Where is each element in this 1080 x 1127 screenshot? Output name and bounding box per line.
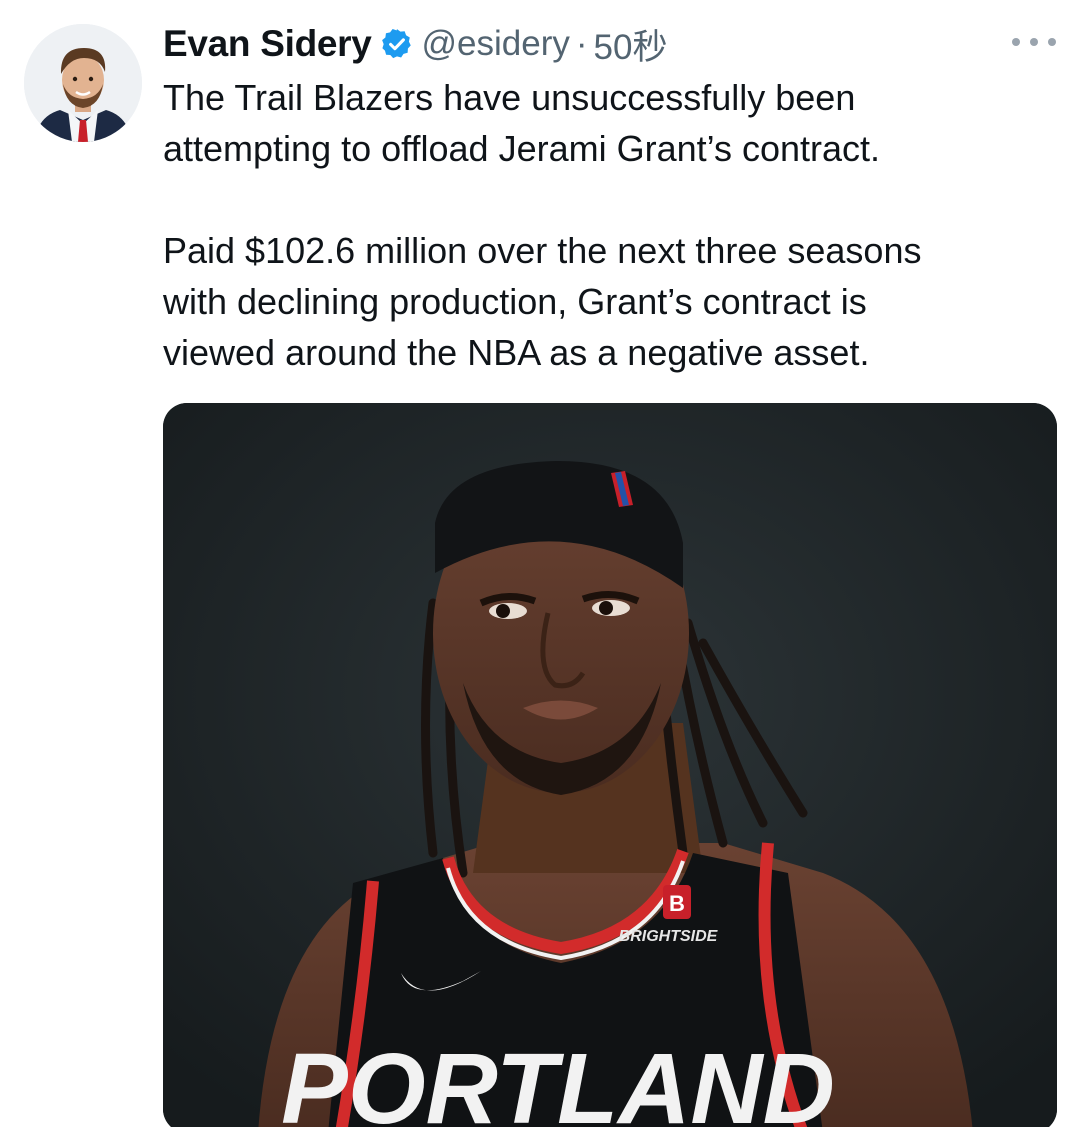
player-photo: B BRIGHTSIDE PORTLAND <box>163 403 1057 1127</box>
person-avatar-icon <box>24 24 142 142</box>
verified-badge-icon <box>380 27 414 61</box>
more-options-ellipsis-icon[interactable] <box>1012 30 1056 54</box>
sponsor-logo: B <box>669 891 685 916</box>
tweet-media-image[interactable]: B BRIGHTSIDE PORTLAND <box>163 403 1057 1127</box>
tweet-header: Evan Sidery @esidery · 50秒 <box>163 16 667 72</box>
author-display-name[interactable]: Evan Sidery <box>163 23 372 65</box>
jersey-team-name: PORTLAND <box>281 1033 835 1127</box>
sponsor-name: BRIGHTSIDE <box>619 928 719 945</box>
ellipsis-dot <box>1012 38 1020 46</box>
header-separator: · <box>575 24 588 63</box>
tweet-text: The Trail Blazers have unsuccessfully be… <box>163 77 922 373</box>
author-avatar[interactable] <box>24 24 142 142</box>
ellipsis-dot <box>1048 38 1056 46</box>
author-handle[interactable]: @esidery <box>422 24 570 64</box>
ellipsis-dot <box>1030 38 1038 46</box>
tweet-timestamp[interactable]: 50秒 <box>594 19 668 70</box>
tweet-card[interactable]: Evan Sidery @esidery · 50秒 The Trail Bla… <box>0 0 1080 1127</box>
